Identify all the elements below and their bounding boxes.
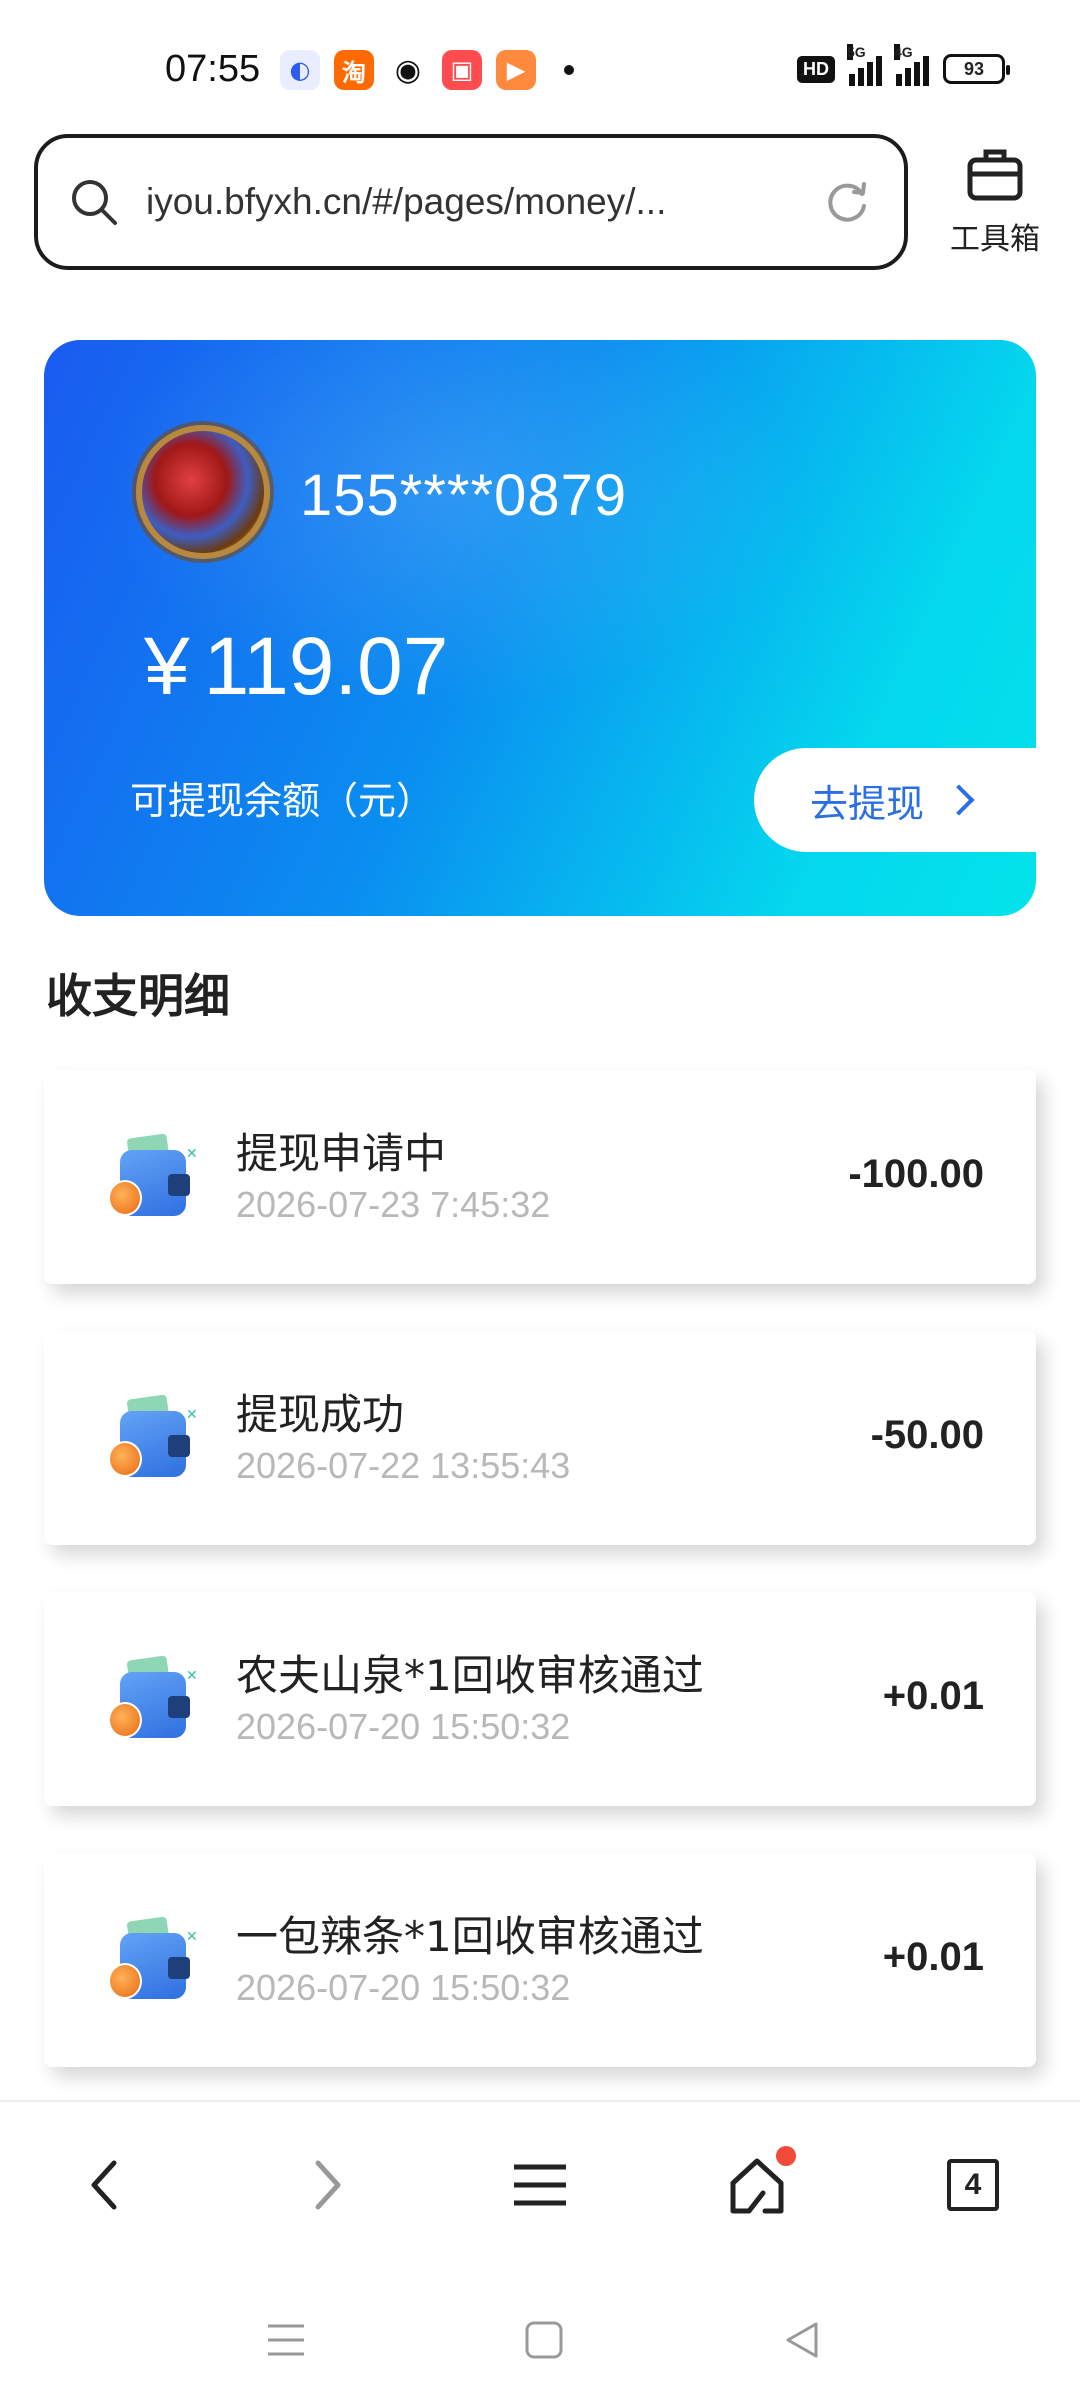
withdraw-button[interactable]: 去提现 <box>754 748 1036 852</box>
list-item[interactable]: ✕ 提现成功 2026-07-22 13:55:43 -50.00 <box>44 1331 1036 1545</box>
search-icon <box>72 180 117 225</box>
status-time: 07:55 <box>165 48 261 90</box>
record-amount: -50.00 <box>870 1413 984 1457</box>
list-item[interactable]: ✕ 一包辣条*1回收审核通过 2026-07-20 15:50:32 +0.01 <box>44 1853 1036 2067</box>
toolbox-label: 工具箱 <box>950 222 1040 257</box>
network-4g-label: 4G <box>894 44 913 60</box>
more-notifications-dot-icon <box>564 65 574 75</box>
record-title: 农夫山泉*1回收审核通过 <box>236 1651 704 1700</box>
wallet-icon: ✕ <box>106 1916 198 2003</box>
notification-icons: ◐ 淘 ◉ ▣ ▶ <box>280 50 574 90</box>
signal-4g-icon: 4G <box>894 44 929 86</box>
toolbox-button[interactable]: 工具箱 <box>935 146 1055 266</box>
wallet-icon: ✕ <box>106 1394 198 1481</box>
baidu-app-icon: ◐ <box>280 50 320 90</box>
avatar <box>136 425 270 559</box>
transaction-list: ✕ 提现申请中 2026-07-23 7:45:32 -100.00 ✕ 提现成… <box>44 1070 1036 2114</box>
section-title: 收支明细 <box>46 969 230 1023</box>
chevron-right-icon <box>315 2160 341 2210</box>
hamburger-menu-icon <box>514 2164 566 2206</box>
recents-icon <box>268 2324 304 2356</box>
square-home-icon <box>525 2321 563 2359</box>
record-title: 一包辣条*1回收审核通过 <box>236 1912 704 1961</box>
recents-button[interactable] <box>256 2310 316 2370</box>
battery-icon: 93 <box>943 54 1010 84</box>
balance-amount: ¥119.07 <box>144 620 448 714</box>
hd-voice-icon: HD <box>797 55 835 83</box>
home-button[interactable] <box>712 2140 802 2230</box>
tabs-button[interactable]: 4 <box>928 2140 1018 2230</box>
url-text[interactable]: iyou.bfyxh.cn/#/pages/money/... <box>146 181 822 223</box>
back-button[interactable] <box>60 2140 150 2230</box>
tabs-count: 4 <box>947 2159 999 2211</box>
signal-5g-icon: 5G <box>847 44 882 86</box>
currency-symbol: ¥ <box>144 621 190 712</box>
record-time: 2026-07-22 13:55:43 <box>236 1445 571 1486</box>
notification-dot-icon <box>776 2146 796 2166</box>
balance-value: 119.07 <box>203 621 449 712</box>
pinduoduo-app-icon: ▣ <box>442 50 482 90</box>
toolbox-icon <box>967 149 1023 201</box>
list-item[interactable]: ✕ 农夫山泉*1回收审核通过 2026-07-20 15:50:32 +0.01 <box>44 1592 1036 1806</box>
menu-button[interactable] <box>495 2140 585 2230</box>
network-5g-label: 5G <box>847 44 866 60</box>
taobao-app-icon: 淘 <box>334 50 374 90</box>
chevron-right-icon <box>943 784 975 816</box>
chevron-left-icon <box>91 2160 117 2210</box>
forward-button[interactable] <box>282 2140 372 2230</box>
address-bar[interactable]: iyou.bfyxh.cn/#/pages/money/... <box>34 134 908 270</box>
account-phone: 155****0879 <box>300 463 628 528</box>
refresh-icon[interactable] <box>822 176 874 228</box>
wechat-app-icon: ◉ <box>388 50 428 90</box>
home-nav-button[interactable] <box>514 2310 574 2370</box>
record-title: 提现申请中 <box>236 1129 447 1178</box>
wallet-icon: ✕ <box>106 1133 198 1220</box>
video-app-icon: ▶ <box>496 50 536 90</box>
record-time: 2026-07-20 15:50:32 <box>236 1706 571 1747</box>
back-nav-button[interactable] <box>772 2310 832 2370</box>
browser-nav-bar: 4 <box>0 2100 1080 2270</box>
wallet-icon: ✕ <box>106 1655 198 1742</box>
record-amount: +0.01 <box>882 1935 984 1979</box>
record-title: 提现成功 <box>236 1390 405 1439</box>
list-item[interactable]: ✕ 提现申请中 2026-07-23 7:45:32 -100.00 <box>44 1070 1036 1284</box>
balance-card: 155****0879 ¥119.07 可提现余额（元） 去提现 <box>44 340 1036 916</box>
system-nav-bar <box>0 2270 1080 2400</box>
status-bar: 07:55 ◐ 淘 ◉ ▣ ▶ HD 5G 4G 93 <box>0 0 1080 130</box>
balance-label: 可提现余额（元） <box>130 779 435 823</box>
system-icons: HD 5G 4G 93 <box>797 44 1010 86</box>
record-amount: -100.00 <box>848 1152 984 1196</box>
record-time: 2026-07-23 7:45:32 <box>236 1184 551 1225</box>
withdraw-label: 去提现 <box>810 781 925 826</box>
record-amount: +0.01 <box>882 1674 984 1718</box>
battery-level: 93 <box>963 58 985 79</box>
triangle-back-icon <box>786 2322 818 2358</box>
record-time: 2026-07-20 15:50:32 <box>236 1967 571 2008</box>
